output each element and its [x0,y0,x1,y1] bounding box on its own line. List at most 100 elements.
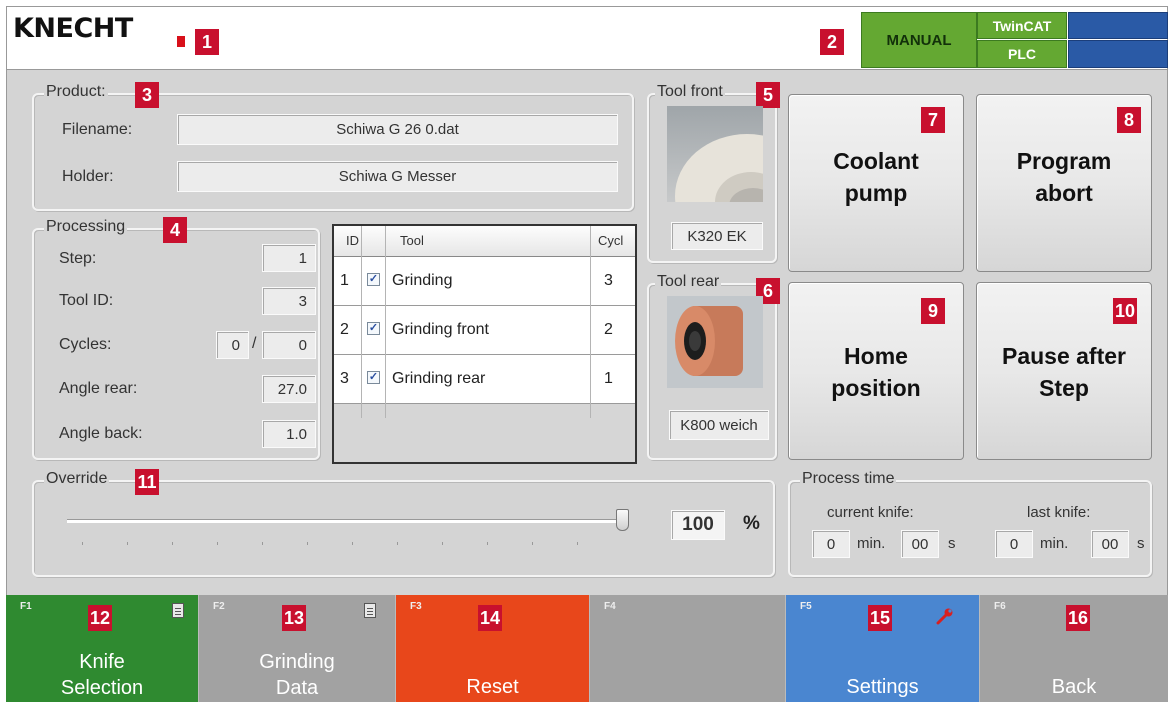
current-sec-unit: s [948,535,956,552]
hmi-screen: KNECHT 1 2 MANUAL TwinCAT PLC Product: 3… [0,0,1174,702]
slider-tick [82,542,83,545]
f6-key-label: F6 [994,601,1006,612]
f3-label-line1: Reset [466,676,519,698]
marker-3: 3 [135,82,159,108]
marker-16: 16 [1066,605,1091,631]
tool-table: ID Tool Cycl 1 ✓ Grinding 3 2 ✓ Grinding… [332,224,637,464]
row-cycles: 3 [604,272,613,289]
slider-tick [127,542,128,545]
row-checkbox[interactable]: ✓ [367,322,380,335]
angle-rear-field: 27.0 [262,375,316,403]
current-sec-field: 00 [901,530,939,558]
logo-mark [177,36,185,47]
override-slider-thumb[interactable] [616,509,629,531]
last-min-unit: min. [1040,535,1069,552]
last-sec-field: 00 [1091,530,1129,558]
tool-front-name: K320 EK [671,222,763,250]
cycles-separator: / [252,335,257,352]
holder-field[interactable]: Schiwa G Messer [177,161,618,192]
slider-tick [442,542,443,545]
f5-label-line1: Settings [846,676,919,698]
slider-tick [262,542,263,545]
override-value[interactable]: 100 [671,510,725,540]
tool-rear-image [667,296,763,388]
slider-tick [172,542,173,545]
row-tool: Grinding rear [392,370,486,387]
f1-label-line2: Selection [60,677,144,699]
marker-4: 4 [163,217,187,243]
slider-tick [577,542,578,545]
f4-key-label: F4 [604,601,616,612]
header-bar: KNECHT 1 2 MANUAL TwinCAT PLC [6,6,1168,70]
row-tool: Grinding front [392,321,489,338]
process-time-group: Process time [788,470,1152,577]
twincat-status: TwinCAT [977,12,1067,39]
col-cycles-header: Cycl [598,233,624,248]
coolant-label-line2: pump [844,180,908,206]
filename-field[interactable]: Schiwa G 26 0.dat [177,114,618,145]
row-checkbox[interactable]: ✓ [367,273,380,286]
marker-14: 14 [478,605,503,631]
marker-9: 9 [921,298,945,324]
current-knife-label: current knife: [827,504,914,521]
row-cycles: 2 [604,321,613,338]
col-tool-header: Tool [400,233,424,248]
coolant-label-line1: Coolant [833,148,919,174]
angle-back-label: Angle back: [59,425,143,442]
column-divider [385,226,386,418]
tool-front-legend: Tool front [655,83,725,101]
abort-label-line2: abort [1035,180,1093,206]
document-icon [364,603,376,618]
marker-13: 13 [282,605,307,631]
f1-label-line1: Knife [79,651,125,673]
process-time-legend: Process time [800,470,897,488]
marker-12: 12 [88,605,113,631]
f2-label-line1: Grinding [259,651,335,673]
slider-tick [397,542,398,545]
row-id: 3 [340,370,349,387]
plc-indicator [1068,40,1168,68]
f1-key-label: F1 [20,601,32,612]
twincat-indicator [1068,12,1168,39]
cycles-current-field: 0 [216,331,249,359]
f5-key-label: F5 [800,601,812,612]
marker-2: 2 [820,29,844,55]
marker-8: 8 [1117,107,1141,133]
slider-tick [217,542,218,545]
current-min-field: 0 [812,530,850,558]
column-divider [590,226,591,418]
row-checkbox[interactable]: ✓ [367,371,380,384]
marker-5: 5 [756,82,780,108]
f2-key-label: F2 [213,601,225,612]
filename-label: Filename: [62,121,133,138]
tool-id-field: 3 [262,287,316,315]
marker-11: 11 [135,469,159,495]
document-icon [172,603,184,618]
home-label-line2: position [831,375,921,401]
column-divider [361,226,362,418]
row-cycles: 1 [604,370,613,387]
slider-tick [307,542,308,545]
marker-10: 10 [1113,298,1138,324]
knecht-logo: KNECHT [13,13,133,44]
tool-front-image [667,106,763,202]
f6-label-line1: Back [1051,676,1097,698]
f4-empty-button[interactable]: F4 [590,595,786,702]
override-slider-track[interactable] [67,519,627,523]
override-legend: Override [44,470,110,488]
override-unit: % [743,513,760,534]
wrench-icon [936,608,953,625]
f2-label-line2: Data [275,677,319,699]
cycles-total-field: 0 [262,331,316,359]
tool-id-label: Tool ID: [59,292,114,309]
last-knife-label: last knife: [1027,504,1091,521]
marker-7: 7 [921,107,945,133]
cycles-label: Cycles: [59,336,112,353]
col-id-header: ID [346,233,359,248]
f3-key-label: F3 [410,601,422,612]
step-label: Step: [59,250,97,267]
angle-rear-label: Angle rear: [59,380,138,397]
pause-label-line2: Step [1039,375,1089,401]
plc-status: PLC [977,40,1067,68]
holder-label: Holder: [62,168,114,185]
